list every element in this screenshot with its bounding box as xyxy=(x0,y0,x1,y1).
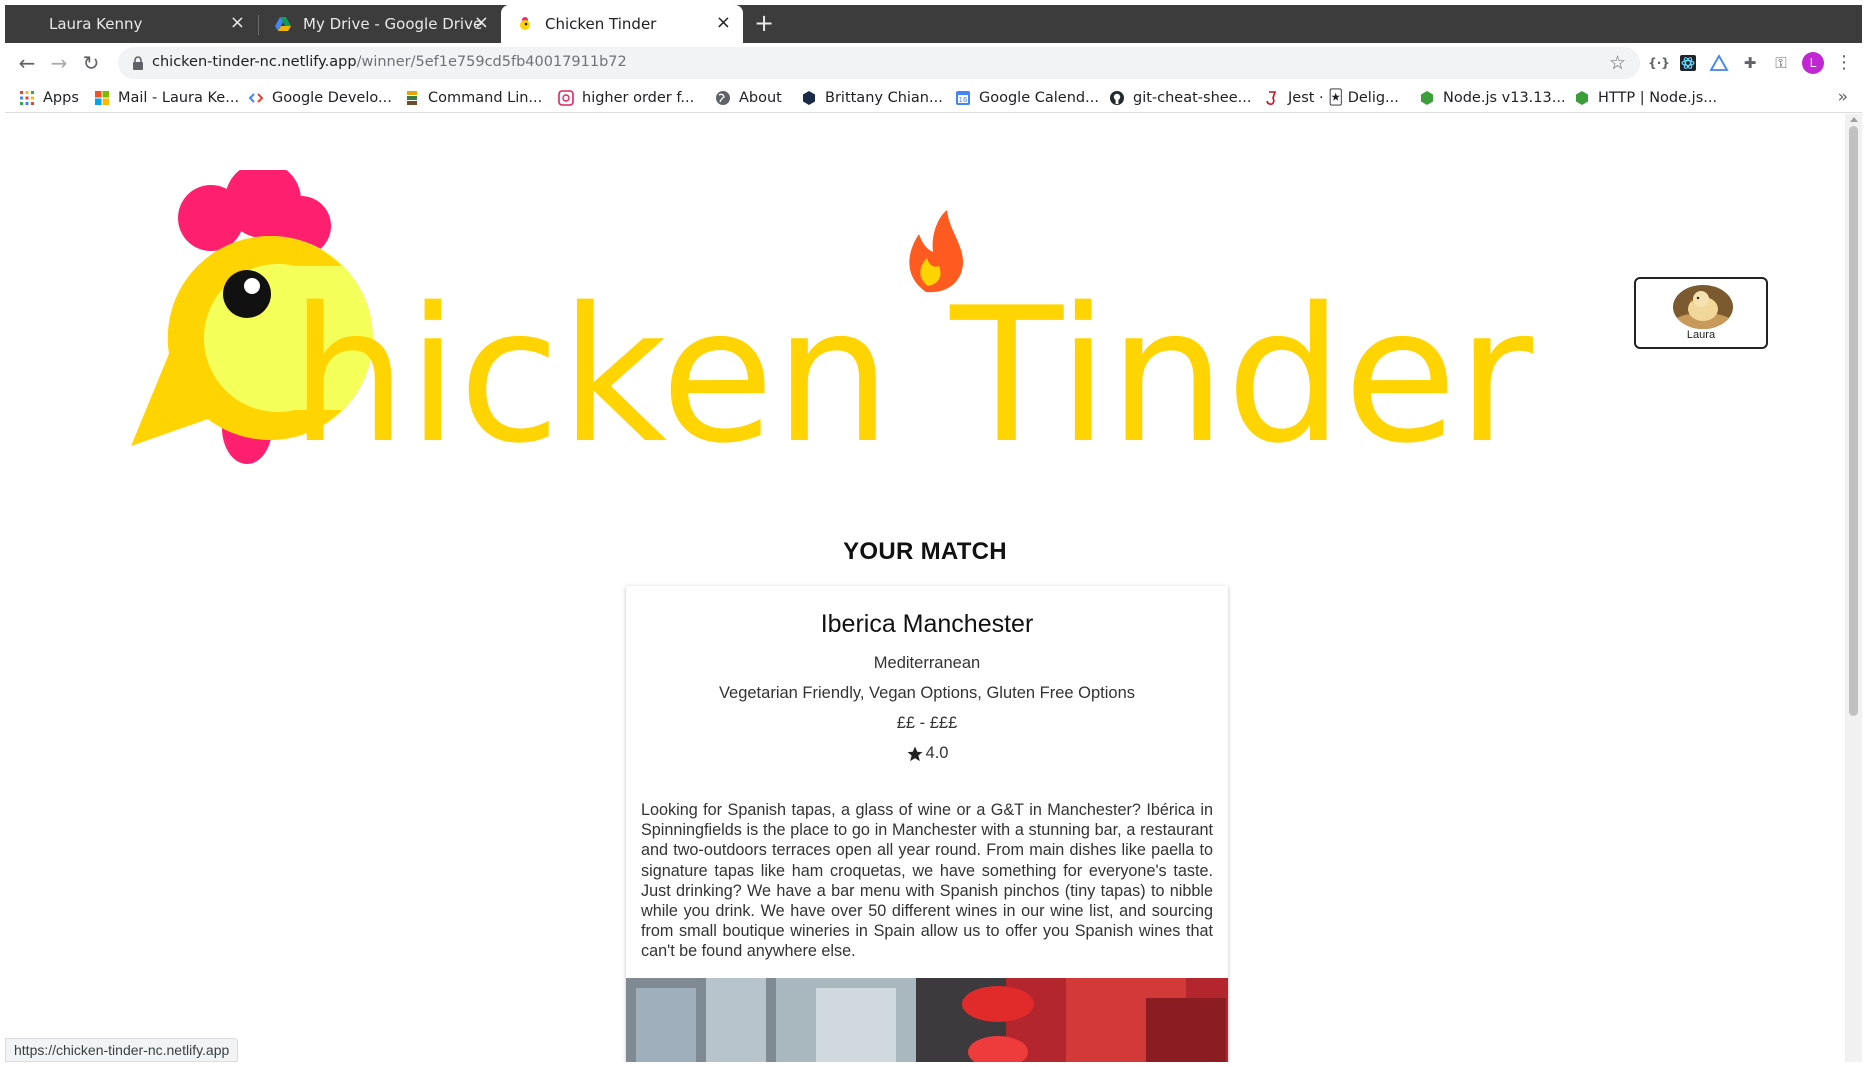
url-text[interactable]: chicken-tinder-nc.netlify.app/winner/5ef… xyxy=(152,54,627,70)
eye-shape xyxy=(223,270,271,318)
page-title: YOUR MATCH xyxy=(843,538,1007,565)
forward-arrow-icon[interactable]: → xyxy=(47,51,71,75)
profile-name: Laura xyxy=(1686,329,1716,341)
tab-chicken-tinder[interactable]: Chicken Tinder × xyxy=(501,5,743,43)
restaurant-cuisine: Mediterranean xyxy=(873,654,981,672)
extension-code-icon[interactable]: {·} xyxy=(1648,52,1670,74)
new-tab-button[interactable]: + xyxy=(750,10,778,38)
restaurant-card: Iberica Manchester Mediterranean Vegetar… xyxy=(626,586,1228,1062)
command-line-icon xyxy=(407,91,417,105)
avatar xyxy=(1673,285,1733,329)
scroll-up-arrow[interactable] xyxy=(1850,117,1858,122)
jest-icon xyxy=(1266,91,1277,105)
close-icon[interactable]: × xyxy=(474,14,489,32)
hexagon-icon xyxy=(803,91,815,105)
bookmark-label: Google Develo... xyxy=(272,90,392,106)
bookmark-label: Apps xyxy=(43,90,79,106)
google-calendar-icon: 16 xyxy=(956,91,970,105)
bookmark-nodejs-v13[interactable]: Node.js v13.13... xyxy=(1419,88,1566,108)
reload-icon[interactable]: ↻ xyxy=(79,51,103,75)
rating-value: 4.0 xyxy=(925,744,949,762)
bookmark-label: Node.js v13.13... xyxy=(1443,90,1566,106)
chicken-tinder-logo: hicken Tinder xyxy=(131,170,1534,466)
bookmark-google-developers[interactable]: Google Develo... xyxy=(248,88,392,108)
bookmark-mail[interactable]: Mail - Laura Ke... xyxy=(94,88,239,108)
triangle-extension-icon[interactable] xyxy=(1708,52,1730,74)
tab-laura-kenny[interactable]: Laura Kenny × xyxy=(5,5,257,43)
restaurant-description: Looking for Spanish tapas, a glass of wi… xyxy=(641,801,1213,961)
bookmark-git-cheat-sheet[interactable]: git-cheat-shee... xyxy=(1109,88,1251,108)
status-url: https://chicken-tinder-nc.netlify.app xyxy=(5,1038,239,1062)
eye-highlight xyxy=(244,278,260,294)
google-developers-icon xyxy=(248,93,264,103)
bookmark-red-icon xyxy=(558,90,574,106)
key-passwords-icon[interactable]: ⚿ xyxy=(1770,52,1792,74)
nodejs-icon xyxy=(1576,91,1588,105)
close-icon[interactable]: × xyxy=(230,14,245,32)
address-bar[interactable]: chicken-tinder-nc.netlify.app/winner/5ef… xyxy=(118,47,1640,79)
nodejs-icon xyxy=(1421,91,1433,105)
url-path: /winner/5ef1e759cd5fb40017911b72 xyxy=(356,54,627,70)
bookmark-label: HTTP | Node.js... xyxy=(1598,90,1718,106)
kebab-menu-icon[interactable]: ⋮ xyxy=(1833,52,1855,74)
lock-icon xyxy=(133,56,143,70)
bookmark-label: higher order f... xyxy=(582,90,695,106)
page-scrollbar[interactable] xyxy=(1845,114,1862,1062)
restaurant-dietary: Vegetarian Friendly, Vegan Options, Glut… xyxy=(718,684,1136,702)
tab-title: Laura Kenny xyxy=(49,15,143,33)
close-icon[interactable]: × xyxy=(716,14,731,32)
tab-title: Chicken Tinder xyxy=(545,15,657,33)
bookmark-http-nodejs[interactable]: HTTP | Node.js... xyxy=(1574,88,1717,108)
profile-card[interactable]: Laura xyxy=(1634,277,1768,349)
scroll-thumb[interactable] xyxy=(1849,126,1858,716)
bookmark-google-calendar[interactable]: 16 Google Calend... xyxy=(955,88,1099,108)
bookmark-label: git-cheat-shee... xyxy=(1133,90,1252,106)
globe-icon xyxy=(716,91,730,105)
react-devtools-icon[interactable] xyxy=(1677,52,1699,74)
restaurant-price: ££ - £££ xyxy=(896,714,958,732)
bookmarks-overflow-icon[interactable]: » xyxy=(1838,87,1848,107)
bookmark-star-icon[interactable]: ☆ xyxy=(1609,52,1626,74)
bookmark-label: Google Calend... xyxy=(979,90,1099,106)
restaurant-photo xyxy=(626,978,1228,1062)
bookmarks-bar: Apps Mail - Laura Ke... Google Develo...… xyxy=(5,83,1862,113)
chicken-favicon-icon xyxy=(520,17,530,30)
browser-toolbar: ← → ↻ chicken-tinder-nc.netlify.app/winn… xyxy=(5,43,1862,83)
puzzle-extensions-icon[interactable]: ✚ xyxy=(1739,52,1761,74)
back-arrow-icon[interactable]: ← xyxy=(15,51,39,75)
logo-wordmark: hicken Tinder xyxy=(290,267,1534,466)
restaurant-name: Iberica Manchester xyxy=(820,610,1034,638)
bookmark-higher-order[interactable]: higher order f... xyxy=(558,88,694,108)
bookmark-label: Brittany Chian... xyxy=(825,90,943,106)
tab-strip: Laura Kenny × My Drive - Google Drive × … xyxy=(5,5,1862,43)
browser-window: Laura Kenny × My Drive - Google Drive × … xyxy=(0,0,1867,1067)
github-icon xyxy=(1110,91,1124,105)
bookmark-apps[interactable]: Apps xyxy=(19,88,79,108)
bookmark-brittany[interactable]: Brittany Chian... xyxy=(801,88,943,108)
url-host: chicken-tinder-nc.netlify.app xyxy=(152,54,357,70)
google-drive-icon xyxy=(275,17,291,31)
tab-google-drive[interactable]: My Drive - Google Drive × xyxy=(259,5,501,43)
bookmark-label: Mail - Laura Ke... xyxy=(118,90,240,106)
profile-avatar-icon[interactable]: L xyxy=(1802,52,1824,74)
bookmark-jest[interactable]: Jest · 🃏 Delig... xyxy=(1264,88,1399,108)
bookmark-label: About xyxy=(739,90,782,106)
star-icon xyxy=(907,746,923,761)
bookmark-about[interactable]: About xyxy=(715,88,782,108)
microsoft-icon xyxy=(95,91,109,105)
page-viewport: hicken Tinder Laura YOUR MATCH Iberica M… xyxy=(5,114,1845,1062)
blank-favicon-icon xyxy=(21,16,37,32)
bookmark-label: Command Lin... xyxy=(428,90,543,106)
restaurant-rating: 4.0 xyxy=(626,744,1228,763)
tab-title: My Drive - Google Drive xyxy=(303,15,483,33)
apps-grid-icon xyxy=(20,91,34,105)
bookmark-label: Jest · 🃏 Delig... xyxy=(1288,90,1399,106)
svg-text:16: 16 xyxy=(959,96,968,104)
bookmark-command-line[interactable]: Command Lin... xyxy=(404,88,542,108)
